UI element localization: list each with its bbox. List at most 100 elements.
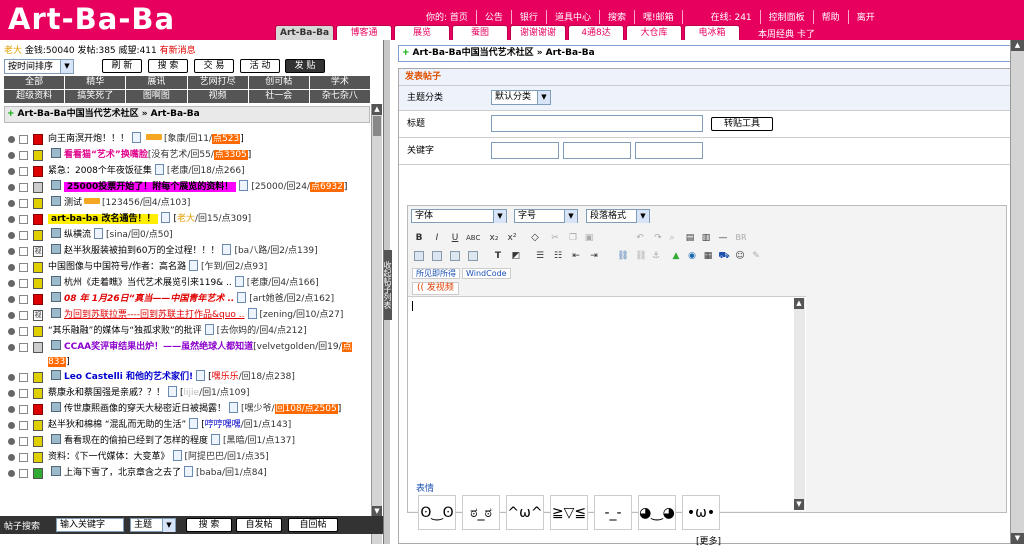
category-funny[interactable]: 搞笑死了: [65, 90, 126, 103]
emoticon-3[interactable]: ^ω^: [506, 495, 544, 530]
category-art-net[interactable]: 艺网打尽: [187, 76, 248, 89]
thread-checkbox[interactable]: [19, 167, 28, 176]
thread-author[interactable]: 嘿乐乐: [212, 372, 239, 382]
thread-checkbox[interactable]: [19, 151, 28, 160]
scroll-thumb[interactable]: [373, 116, 381, 136]
cut-icon[interactable]: ✂: [550, 232, 560, 244]
thread-title[interactable]: 测试: [64, 198, 82, 208]
emoticon-2[interactable]: ಠ_ಠ: [462, 495, 500, 530]
insert-table-icon[interactable]: ▤: [684, 232, 696, 244]
tab-warehouse[interactable]: 大仓库: [626, 25, 683, 40]
table-row[interactable]: 杭州《走着瞧》当代艺术展览引来119& .. [老康/回4/点166]: [8, 276, 370, 292]
category-creative[interactable]: 创可帖: [248, 76, 309, 89]
strikethrough-icon[interactable]: ABC: [466, 232, 480, 244]
subscript-icon[interactable]: x₂: [488, 232, 500, 244]
category-video[interactable]: 视频: [187, 90, 248, 103]
scroll-up-icon[interactable]: ▲: [372, 104, 382, 115]
user-name[interactable]: 老大: [4, 46, 22, 56]
search-type-select[interactable]: 主题 ▼: [130, 518, 176, 532]
activity-button[interactable]: 活 动: [240, 59, 280, 73]
thread-title[interactable]: 资料：《下一代媒体：大变革》: [48, 452, 170, 462]
thread-title[interactable]: 中国图像与中国符号/作者：高名潞: [48, 262, 186, 272]
emoticon-icon[interactable]: ☺: [734, 250, 746, 262]
thread-title[interactable]: 蔡康永和蔡国强是亲戚？？！: [48, 388, 165, 398]
thread-title[interactable]: art-ba-ba 改名通告！！: [48, 214, 159, 224]
thread-list-scrollbar[interactable]: ▲ ▼: [371, 104, 382, 544]
thread-checkbox[interactable]: [19, 215, 28, 224]
search-button[interactable]: 搜 索: [148, 59, 188, 73]
insert-media-icon[interactable]: ◉: [686, 250, 698, 262]
horizontal-rule-icon[interactable]: —: [716, 232, 730, 244]
breadcrumb-text[interactable]: Art-Ba-Ba中国当代艺术社区 » Art-Ba-Ba: [18, 109, 200, 119]
redo-icon[interactable]: ↷: [652, 232, 664, 244]
online-count[interactable]: 在线: 241: [703, 10, 761, 24]
copy-icon[interactable]: ❐: [568, 232, 578, 244]
my-posts-button[interactable]: 自发帖: [236, 518, 282, 532]
thread-author[interactable]: lijie: [184, 388, 200, 398]
thread-title[interactable]: 纵横流: [64, 230, 91, 240]
align-left-icon[interactable]: [414, 251, 424, 261]
nav-mailbox[interactable]: 嘿!邮箱: [635, 10, 683, 24]
scroll-up-icon[interactable]: ▲: [794, 298, 804, 309]
table-row[interactable]: 视 为回到苏联拉票----回到苏联主打作品&quo .. [zening/回10/点…: [8, 308, 370, 324]
scroll-up-icon[interactable]: ▲: [1011, 40, 1024, 51]
superscript-icon[interactable]: x²: [506, 232, 518, 244]
page-scrollbar[interactable]: ▲ ▼: [1010, 40, 1024, 544]
thread-checkbox[interactable]: [19, 311, 28, 320]
category-all[interactable]: 全部: [4, 76, 65, 89]
find-icon[interactable]: ⌕: [666, 232, 678, 244]
tab-exhibition[interactable]: 展览: [394, 25, 451, 40]
align-justify-icon[interactable]: [468, 251, 478, 261]
thread-title[interactable]: 赵半狄和棉棉 “混乱而无助的生活”: [48, 420, 186, 430]
thread-checkbox[interactable]: [19, 199, 28, 208]
thread-checkbox[interactable]: [19, 469, 28, 478]
font-size-select[interactable]: 字号 ▼: [514, 209, 578, 223]
table-row[interactable]: 传世康熙画像的穿天大秘密近日被揭露！ [嘿少爷/回108/点2505]: [8, 402, 370, 418]
nav-control-panel[interactable]: 控制面板: [761, 10, 814, 24]
bullet-list-icon[interactable]: ☷: [552, 250, 564, 262]
font-select[interactable]: 字体 ▼: [411, 209, 507, 223]
table-row[interactable]: art-ba-ba 改名通告！！ [老大/回15/点309]: [8, 212, 370, 228]
category-featured[interactable]: 精华: [65, 76, 126, 89]
more-emoticons-link[interactable]: [更多]: [696, 534, 721, 547]
tab-fridge[interactable]: 电冰箱: [684, 25, 741, 40]
repost-tool-button[interactable]: 转贴工具: [711, 117, 773, 131]
keyword-field-3[interactable]: [635, 142, 703, 159]
my-replies-button[interactable]: 自回帖: [288, 518, 338, 532]
tab-wysiwyg[interactable]: 所见即所得: [412, 268, 460, 279]
tab-thanks[interactable]: 谢谢谢谢: [510, 25, 567, 40]
refresh-button[interactable]: 刷 新: [102, 59, 142, 73]
thread-title[interactable]: 上海下雪了，北京章含之去了: [64, 468, 181, 478]
shopping-cart-icon[interactable]: ⛟: [718, 250, 730, 262]
thread-checkbox[interactable]: [19, 389, 28, 398]
table-row[interactable]: 蔡康永和蔡国强是亲戚？？！ [lijie/回1/点109]: [8, 386, 370, 402]
thread-title[interactable]: 为回到苏联拉票----回到苏联主打作品&quo ..: [64, 310, 245, 320]
insert-image-icon[interactable]: ▲: [670, 250, 682, 262]
thread-checkbox[interactable]: [19, 231, 28, 240]
anchor-icon[interactable]: ⚓: [650, 250, 662, 262]
tab-art-ba-ba[interactable]: Art-Ba-Ba: [275, 25, 335, 40]
thread-title[interactable]: 向王南溟开炮！！！: [48, 134, 129, 144]
table-row[interactable]: 赵半狄和棉棉 “混乱而无助的生活” [哼哼嘿嘿/回1/点143]: [8, 418, 370, 434]
template-icon[interactable]: ▥: [700, 232, 712, 244]
category-pictures[interactable]: 图啊图: [126, 90, 187, 103]
collapse-list-toggle[interactable]: 收起帖子列表: [383, 250, 392, 320]
category-society[interactable]: 社一会: [248, 90, 309, 103]
tab-windcode[interactable]: WindCode: [462, 268, 511, 279]
category-academic[interactable]: 学术: [309, 76, 370, 89]
nav-item-center[interactable]: 道具中心: [547, 10, 600, 24]
table-row[interactable]: 向王南溟开炮！！！ [象康/回11/点523]: [8, 132, 370, 148]
table-row[interactable]: Leo Castelli 和他的艺术家们! [嘿乐乐/回18/点238]: [8, 370, 370, 386]
thread-title[interactable]: 25000投票开始了！附每个展览的资料！: [64, 182, 237, 192]
tab-4t8d[interactable]: 4通8达: [568, 25, 625, 40]
thread-checkbox[interactable]: [19, 183, 28, 192]
indent-icon[interactable]: ⇥: [588, 250, 600, 262]
topic-select[interactable]: 默认分类 ▼: [491, 90, 551, 105]
thread-checkbox[interactable]: [19, 453, 28, 462]
thread-title[interactable]: 传世康熙画像的穿天大秘密近日被揭露！: [64, 404, 226, 414]
table-row[interactable]: 上海下雪了，北京章含之去了 [baba/回1/点84]: [8, 466, 370, 482]
post-video-button[interactable]: (( 发视频: [412, 282, 459, 295]
category-misc[interactable]: 杂七杂八: [309, 90, 370, 103]
trade-button[interactable]: 交 易: [194, 59, 234, 73]
category-exhibition-news[interactable]: 展讯: [126, 76, 187, 89]
